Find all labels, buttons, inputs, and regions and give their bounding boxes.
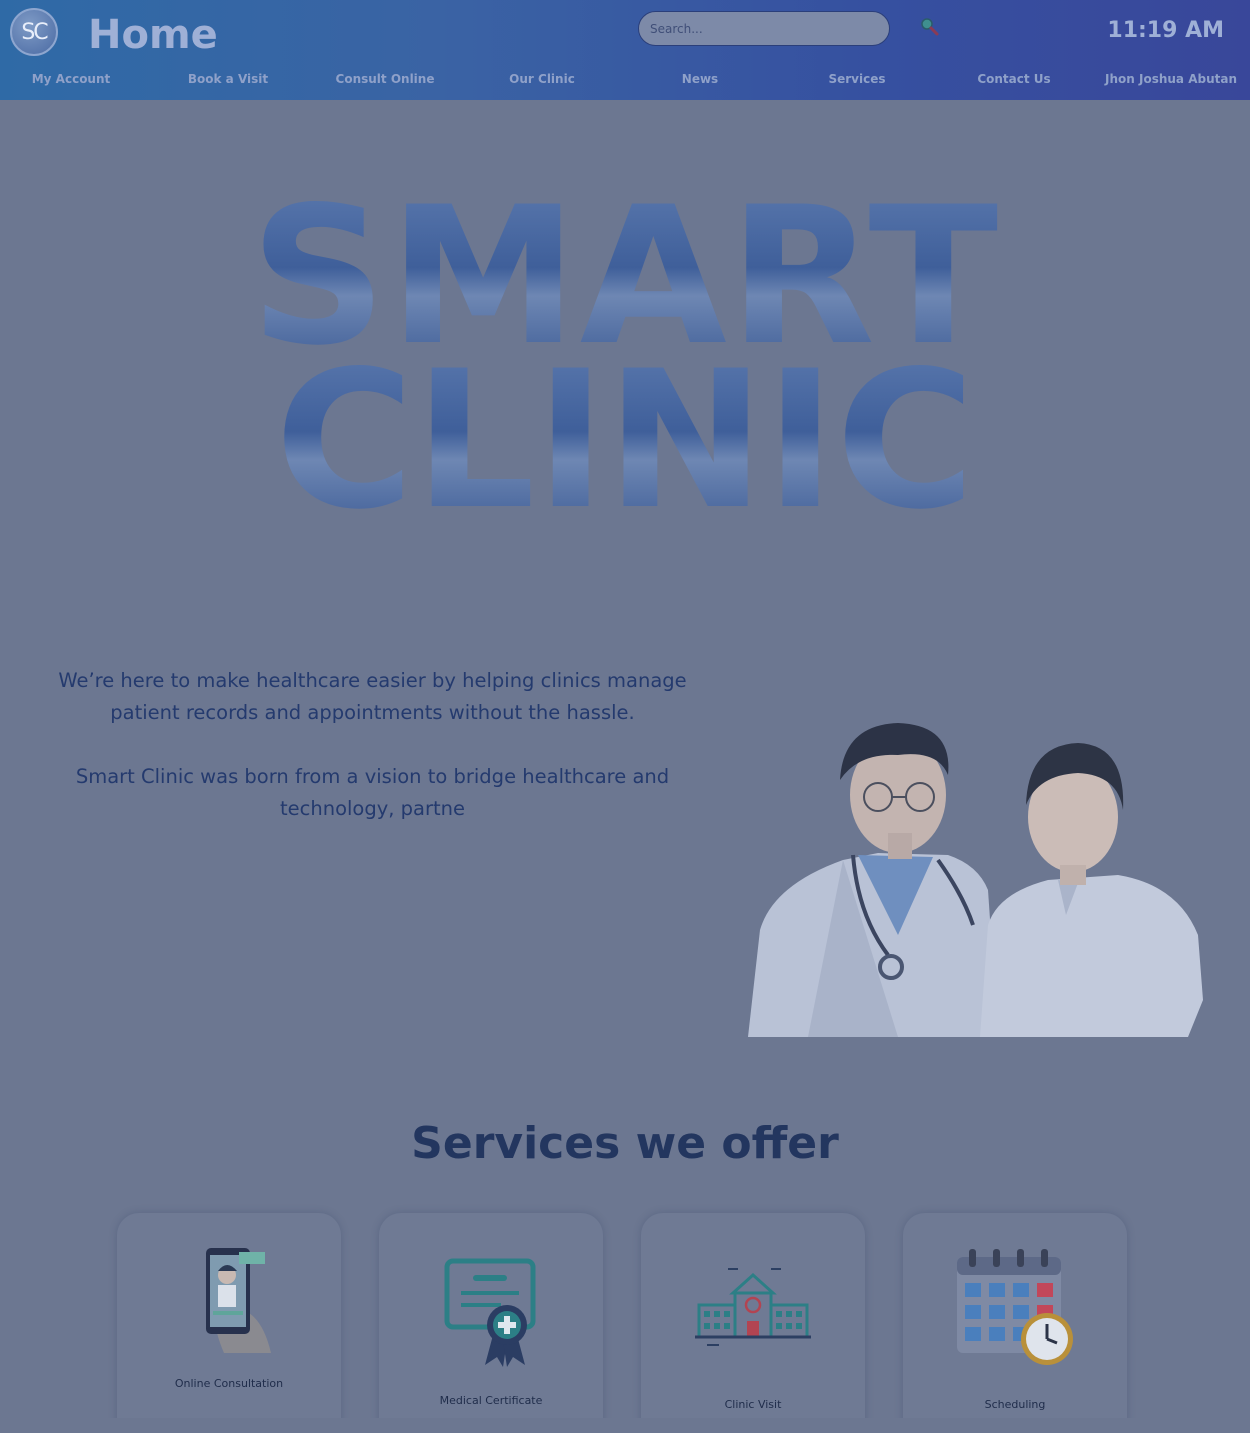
certificate-icon <box>444 1258 536 1367</box>
nav-our-clinic[interactable]: Our Clinic <box>509 72 575 86</box>
calendar-clock-icon <box>957 1249 1073 1365</box>
nav-book-a-visit[interactable]: Book a Visit <box>188 72 268 86</box>
hero-title-clinic: CLINIC <box>0 346 1250 536</box>
service-label: Clinic Visit <box>724 1398 782 1411</box>
nav-news[interactable]: News <box>682 72 718 86</box>
nav-services[interactable]: Services <box>828 72 885 86</box>
doctors-image <box>748 723 1203 1037</box>
search-input[interactable] <box>638 11 890 46</box>
nav-user-name[interactable]: Jhon Joshua Abutan <box>1105 72 1237 86</box>
services-heading: Services we offer <box>411 1118 839 1169</box>
phone-doctor-icon <box>206 1248 271 1353</box>
intro-paragraph: We’re here to make healthcare easier by … <box>58 669 687 724</box>
search-icon[interactable] <box>918 16 940 38</box>
service-card-online-consultation[interactable]: Online Consultation <box>117 1213 341 1433</box>
clock-time: 11:19 AM <box>1107 18 1224 43</box>
intro-paragraph-2: Smart Clinic was born from a vision to b… <box>75 765 670 820</box>
nav-my-account[interactable]: My Account <box>32 72 111 86</box>
service-card-clinic-visit[interactable]: Clinic Visit <box>641 1213 865 1433</box>
service-label: Medical Certificate <box>439 1394 543 1407</box>
main-nav: My Account Book a Visit Consult Online O… <box>0 64 1250 96</box>
hospital-icon <box>695 1268 811 1346</box>
service-card-medical-certificate[interactable]: Medical Certificate <box>379 1213 603 1433</box>
top-header: SC Home 11:19 AM My Account Book a Visit… <box>0 0 1250 100</box>
page-bottom-edge <box>0 1418 1250 1433</box>
service-label: Online Consultation <box>174 1377 284 1390</box>
logo[interactable]: SC <box>10 8 58 56</box>
service-card-scheduling[interactable]: Scheduling <box>903 1213 1127 1433</box>
nav-contact-us[interactable]: Contact Us <box>977 72 1050 86</box>
service-label: Scheduling <box>984 1398 1046 1411</box>
nav-consult-online[interactable]: Consult Online <box>336 72 435 86</box>
page-title: Home <box>88 12 218 58</box>
